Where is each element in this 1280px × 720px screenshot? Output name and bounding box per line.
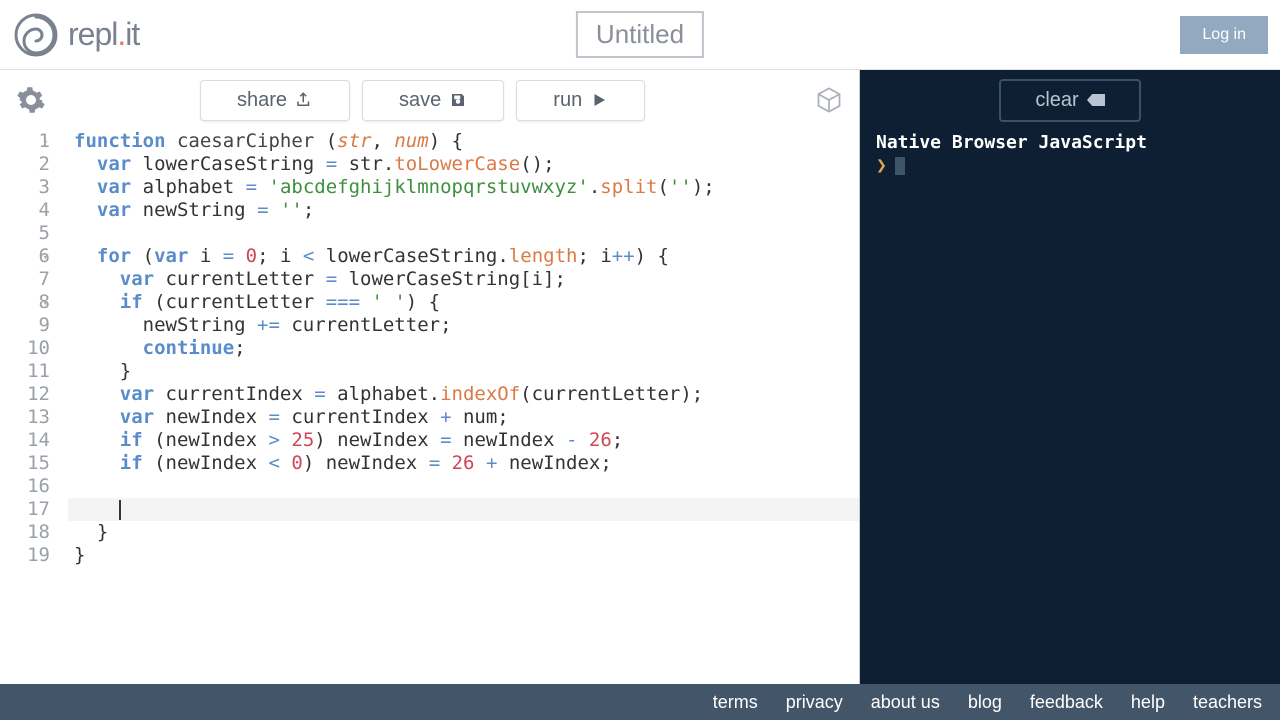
save-icon [449, 91, 467, 109]
code-line[interactable]: var newString = ''; [68, 199, 859, 222]
code-line[interactable] [68, 498, 859, 521]
footer-link-about-us[interactable]: about us [871, 692, 940, 713]
line-gutter: 1▾23456▾78▾910111213141516171819 [0, 130, 68, 684]
code-line[interactable]: } [68, 360, 859, 383]
prompt-caret-icon: ❯ [876, 155, 887, 176]
code-line[interactable]: var alphabet = 'abcdefghijklmnopqrstuvwx… [68, 176, 859, 199]
code-line[interactable]: var lowerCaseString = str.toLowerCase(); [68, 153, 859, 176]
console-cursor [895, 157, 905, 175]
file-title[interactable]: Untitled [576, 11, 704, 58]
editor-toolbar: share save run [0, 70, 859, 130]
console-panel: clear Native Browser JavaScript ❯ [860, 70, 1280, 684]
console-prompt[interactable]: ❯ [876, 155, 1264, 176]
footer: terms privacy about us blog feedback help teac… [0, 684, 1280, 720]
code-line[interactable]: } [68, 521, 859, 544]
main: share save run 1▾23456▾78▾91011121314151… [0, 70, 1280, 684]
logo-text: repl.it [68, 16, 139, 53]
code-line[interactable]: continue; [68, 337, 859, 360]
editor-panel: share save run 1▾23456▾78▾91011121314151… [0, 70, 860, 684]
package-icon[interactable] [815, 86, 843, 114]
code-line[interactable]: if (newIndex < 0) newIndex = 26 + newInd… [68, 452, 859, 475]
footer-link-blog[interactable]: blog [968, 692, 1002, 713]
footer-link-feedback[interactable]: feedback [1030, 692, 1103, 713]
play-icon [590, 91, 608, 109]
code-line[interactable] [68, 475, 859, 498]
code-line[interactable]: newString += currentLetter; [68, 314, 859, 337]
code-line[interactable]: if (currentLetter === ' ') { [68, 291, 859, 314]
code-line[interactable]: for (var i = 0; i < lowerCaseString.leng… [68, 245, 859, 268]
run-button[interactable]: run [516, 80, 645, 121]
console-engine-label: Native Browser JavaScript [876, 132, 1264, 153]
code-line[interactable]: var currentIndex = alphabet.indexOf(curr… [68, 383, 859, 406]
footer-link-privacy[interactable]: privacy [786, 692, 843, 713]
code-line[interactable]: var newIndex = currentIndex + num; [68, 406, 859, 429]
footer-link-teachers[interactable]: teachers [1193, 692, 1262, 713]
code-line[interactable]: } [68, 544, 859, 567]
console-toolbar: clear [860, 70, 1280, 130]
footer-link-help[interactable]: help [1131, 692, 1165, 713]
save-button[interactable]: save [362, 80, 504, 121]
code-editor[interactable]: 1▾23456▾78▾910111213141516171819 functio… [0, 130, 859, 684]
logo[interactable]: repl.it [12, 11, 139, 59]
code-area[interactable]: function caesarCipher (str, num) { var l… [68, 130, 859, 684]
code-line[interactable]: function caesarCipher (str, num) { [68, 130, 859, 153]
login-button[interactable]: Log in [1180, 16, 1268, 54]
code-line[interactable]: if (newIndex > 25) newIndex = newIndex -… [68, 429, 859, 452]
footer-link-terms[interactable]: terms [713, 692, 758, 713]
backspace-icon [1087, 93, 1105, 107]
share-icon [295, 91, 313, 109]
header: repl.it Untitled Log in [0, 0, 1280, 70]
console-body[interactable]: Native Browser JavaScript ❯ [860, 130, 1280, 684]
share-button[interactable]: share [200, 80, 350, 121]
gear-icon[interactable] [16, 85, 46, 115]
logo-swirl-icon [12, 11, 60, 59]
code-line[interactable]: var currentLetter = lowerCaseString[i]; [68, 268, 859, 291]
code-line[interactable] [68, 222, 859, 245]
clear-button[interactable]: clear [999, 79, 1140, 122]
